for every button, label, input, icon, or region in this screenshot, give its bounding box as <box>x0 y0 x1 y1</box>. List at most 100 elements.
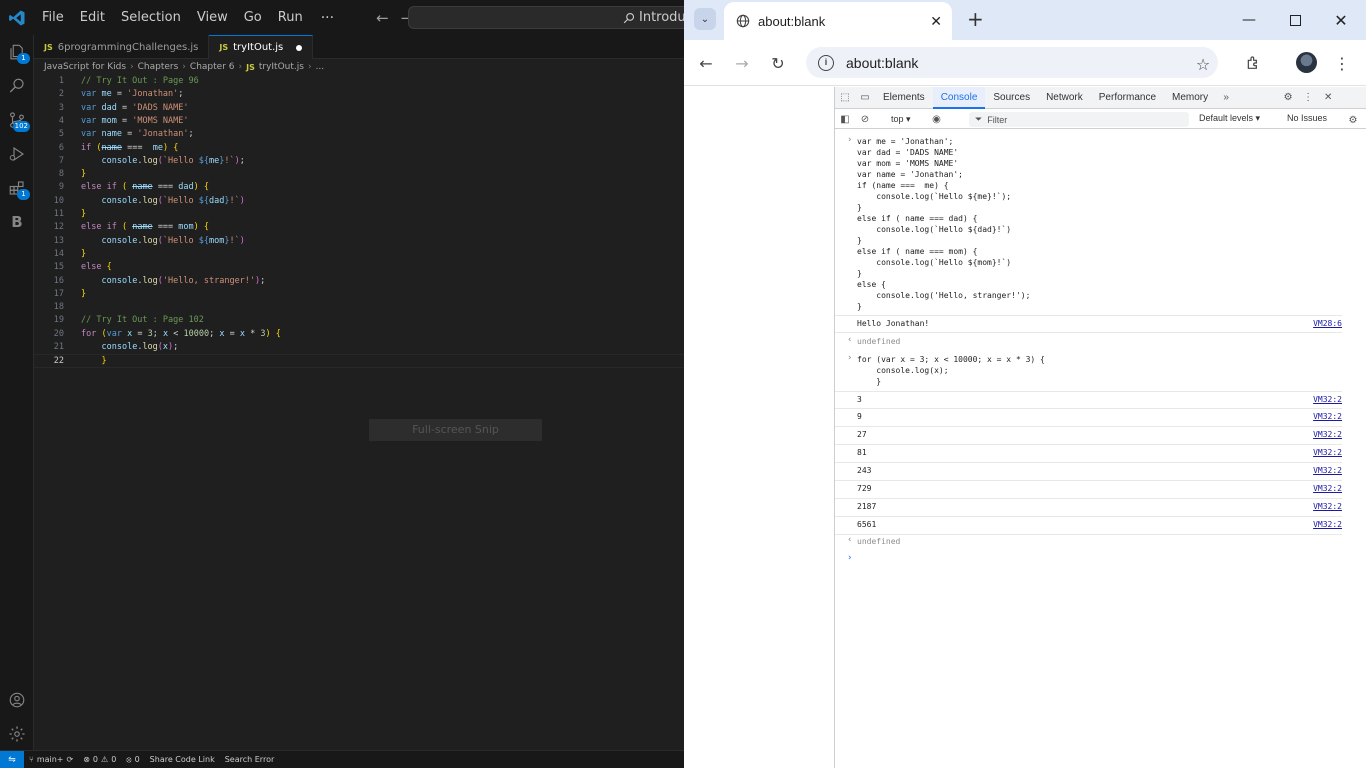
log-source-link[interactable]: VM32:2 <box>1313 466 1342 475</box>
devtools-settings-icon[interactable]: ⚙ <box>1278 87 1298 109</box>
issues-button[interactable]: No Issues <box>1287 113 1327 123</box>
devtools-close-icon[interactable]: ✕ <box>1318 87 1338 109</box>
snip-overlay[interactable]: Full-screen Snip <box>369 419 542 441</box>
breadcrumb-item[interactable]: tryItOut.js <box>259 62 304 72</box>
line-number: 22 <box>53 356 64 367</box>
device-toolbar-icon[interactable]: ▭ <box>855 87 875 109</box>
console-output[interactable]: › var me = 'Jonathan'; var dad = 'DADS NA… <box>835 131 1366 768</box>
code-line: else { <box>81 262 112 273</box>
breadcrumb-item[interactable]: Chapter 6 <box>190 62 235 72</box>
sidebar-toggle-icon[interactable]: ◧ <box>835 108 855 130</box>
console-filter-input[interactable]: ⏷ Filter <box>969 112 1189 127</box>
code-line: console.log(`Hello ${me}!`); <box>101 155 245 166</box>
menu-run[interactable]: Run <box>270 0 311 35</box>
breadcrumb-item[interactable]: JavaScript for Kids <box>44 62 126 72</box>
tab-memory[interactable]: Memory <box>1164 87 1216 109</box>
run-debug-icon[interactable] <box>0 137 34 171</box>
console-code-line: else { <box>857 280 886 289</box>
ports-icon: ⦻ <box>126 754 132 764</box>
tab-elements[interactable]: Elements <box>875 87 933 109</box>
tab-performance[interactable]: Performance <box>1091 87 1164 109</box>
log-source-link[interactable]: VM32:2 <box>1313 448 1342 457</box>
tab-search-chevron-icon[interactable]: ⌄ <box>694 8 716 30</box>
clear-console-icon[interactable]: ⊘ <box>855 108 875 130</box>
tab-console[interactable]: Console <box>932 86 986 109</box>
extensions-icon[interactable]: 1 <box>0 171 34 205</box>
breadcrumb-item[interactable]: ... <box>316 62 325 72</box>
code-line: var me = 'Jonathan'; <box>81 89 184 100</box>
console-code-line: for (var x = 3; x < 10000; x = x * 3) { <box>857 355 1045 364</box>
command-center-search[interactable]: Introdu <box>408 6 698 29</box>
log-levels-dropdown[interactable]: Default levels ▾ <box>1199 113 1260 124</box>
search-error-status[interactable]: Search Error <box>220 755 280 764</box>
warnings-count: 0 <box>111 755 117 764</box>
log-source-link[interactable]: VM32:2 <box>1313 502 1342 511</box>
log-source-link[interactable]: VM32:2 <box>1313 484 1342 493</box>
page-content[interactable] <box>684 87 834 768</box>
ports-status[interactable]: ⦻ 0 <box>121 755 144 765</box>
tab-sources[interactable]: Sources <box>985 87 1038 109</box>
explorer-icon[interactable]: 1 <box>0 35 34 69</box>
close-window-icon[interactable]: ✕ <box>1318 0 1364 40</box>
vscode-logo-icon <box>0 0 34 35</box>
log-source-link[interactable]: VM32:2 <box>1313 395 1342 404</box>
menu-more-button[interactable]: ··· <box>311 10 344 26</box>
inspect-element-icon[interactable]: ⬚ <box>835 87 855 109</box>
maximize-icon[interactable] <box>1272 0 1318 40</box>
problems-status[interactable]: ⊗ 0 ⚠ 0 <box>78 755 121 764</box>
new-tab-plus-icon[interactable]: + <box>967 8 984 30</box>
chevron-right-icon: › <box>307 62 312 72</box>
console-code-line: else if ( name === dad) { <box>857 214 978 223</box>
log-value: 729 <box>857 484 872 493</box>
minimize-icon[interactable]: — <box>1226 0 1272 40</box>
menu-selection[interactable]: Selection <box>113 0 189 35</box>
code-line: // Try It Out : Page 96 <box>81 76 199 86</box>
reload-icon[interactable]: ↻ <box>766 51 790 75</box>
info-icon[interactable]: i <box>818 54 834 71</box>
menu-go[interactable]: Go <box>236 0 270 35</box>
line-number: 2 <box>58 89 64 100</box>
accounts-icon[interactable] <box>0 683 34 717</box>
code-editor[interactable]: 1 // Try It Out : Page 96 2 var me = 'Jona… <box>34 75 684 750</box>
undefined-result: undefined <box>857 337 901 346</box>
context-select[interactable]: top ▾ <box>885 114 917 125</box>
branch-status[interactable]: ⑂ main+ ⟳ <box>24 755 78 764</box>
log-source-link[interactable]: VM28:6 <box>1313 319 1342 328</box>
unsaved-dot-icon[interactable] <box>296 44 303 51</box>
log-source-link[interactable]: VM32:2 <box>1313 430 1342 439</box>
back-icon[interactable]: ← <box>694 51 718 75</box>
globe-icon <box>736 14 750 28</box>
js-file-icon: JS <box>219 43 229 52</box>
devtools-menu-icon[interactable]: ⋮ <box>1298 87 1318 109</box>
menu-edit[interactable]: Edit <box>72 0 113 35</box>
console-message: Hello Jonathan! VM28:6 <box>835 315 1342 333</box>
remote-indicator-icon[interactable]: ⇋ <box>0 750 24 768</box>
menu-view[interactable]: View <box>189 0 236 35</box>
browser-tab[interactable]: about:blank ✕ <box>724 2 952 40</box>
log-source-link[interactable]: VM32:2 <box>1313 412 1342 421</box>
address-bar[interactable]: i about:blank <box>806 47 1218 78</box>
live-expression-eye-icon[interactable]: ◉ <box>927 108 947 130</box>
console-message: 6561 VM32:2 <box>835 517 1342 535</box>
source-control-icon[interactable]: 102 <box>0 103 34 137</box>
log-source-link[interactable]: VM32:2 <box>1313 520 1342 529</box>
close-tab-icon[interactable]: ✕ <box>930 13 942 30</box>
console-settings-icon[interactable]: ⚙ <box>1343 109 1363 131</box>
chrome-menu-icon[interactable]: ⋮ <box>1330 51 1354 75</box>
forward-icon[interactable]: → <box>730 51 754 75</box>
share-code-link[interactable]: Share Code Link <box>145 755 220 764</box>
menu-file[interactable]: File <box>34 0 72 35</box>
tab-network[interactable]: Network <box>1038 87 1091 109</box>
back-arrow-icon[interactable]: ← <box>370 9 395 27</box>
profile-avatar[interactable] <box>1296 52 1317 73</box>
breadcrumb-item[interactable]: Chapters <box>138 62 179 72</box>
tab-6programmingchallenges[interactable]: JS 6programmingChallenges.js <box>34 35 210 59</box>
more-tabs-icon[interactable]: » <box>1216 87 1236 109</box>
search-icon[interactable] <box>0 69 34 103</box>
tab-tryitout[interactable]: JS tryItOut.js <box>209 35 314 59</box>
extensions-puzzle-icon[interactable] <box>1241 51 1265 75</box>
settings-gear-icon[interactable] <box>0 717 34 751</box>
b-extension-icon[interactable]: B <box>0 205 34 239</box>
bookmark-star-icon[interactable]: ☆ <box>1191 52 1215 76</box>
console-prompt-icon[interactable]: › <box>847 553 852 563</box>
